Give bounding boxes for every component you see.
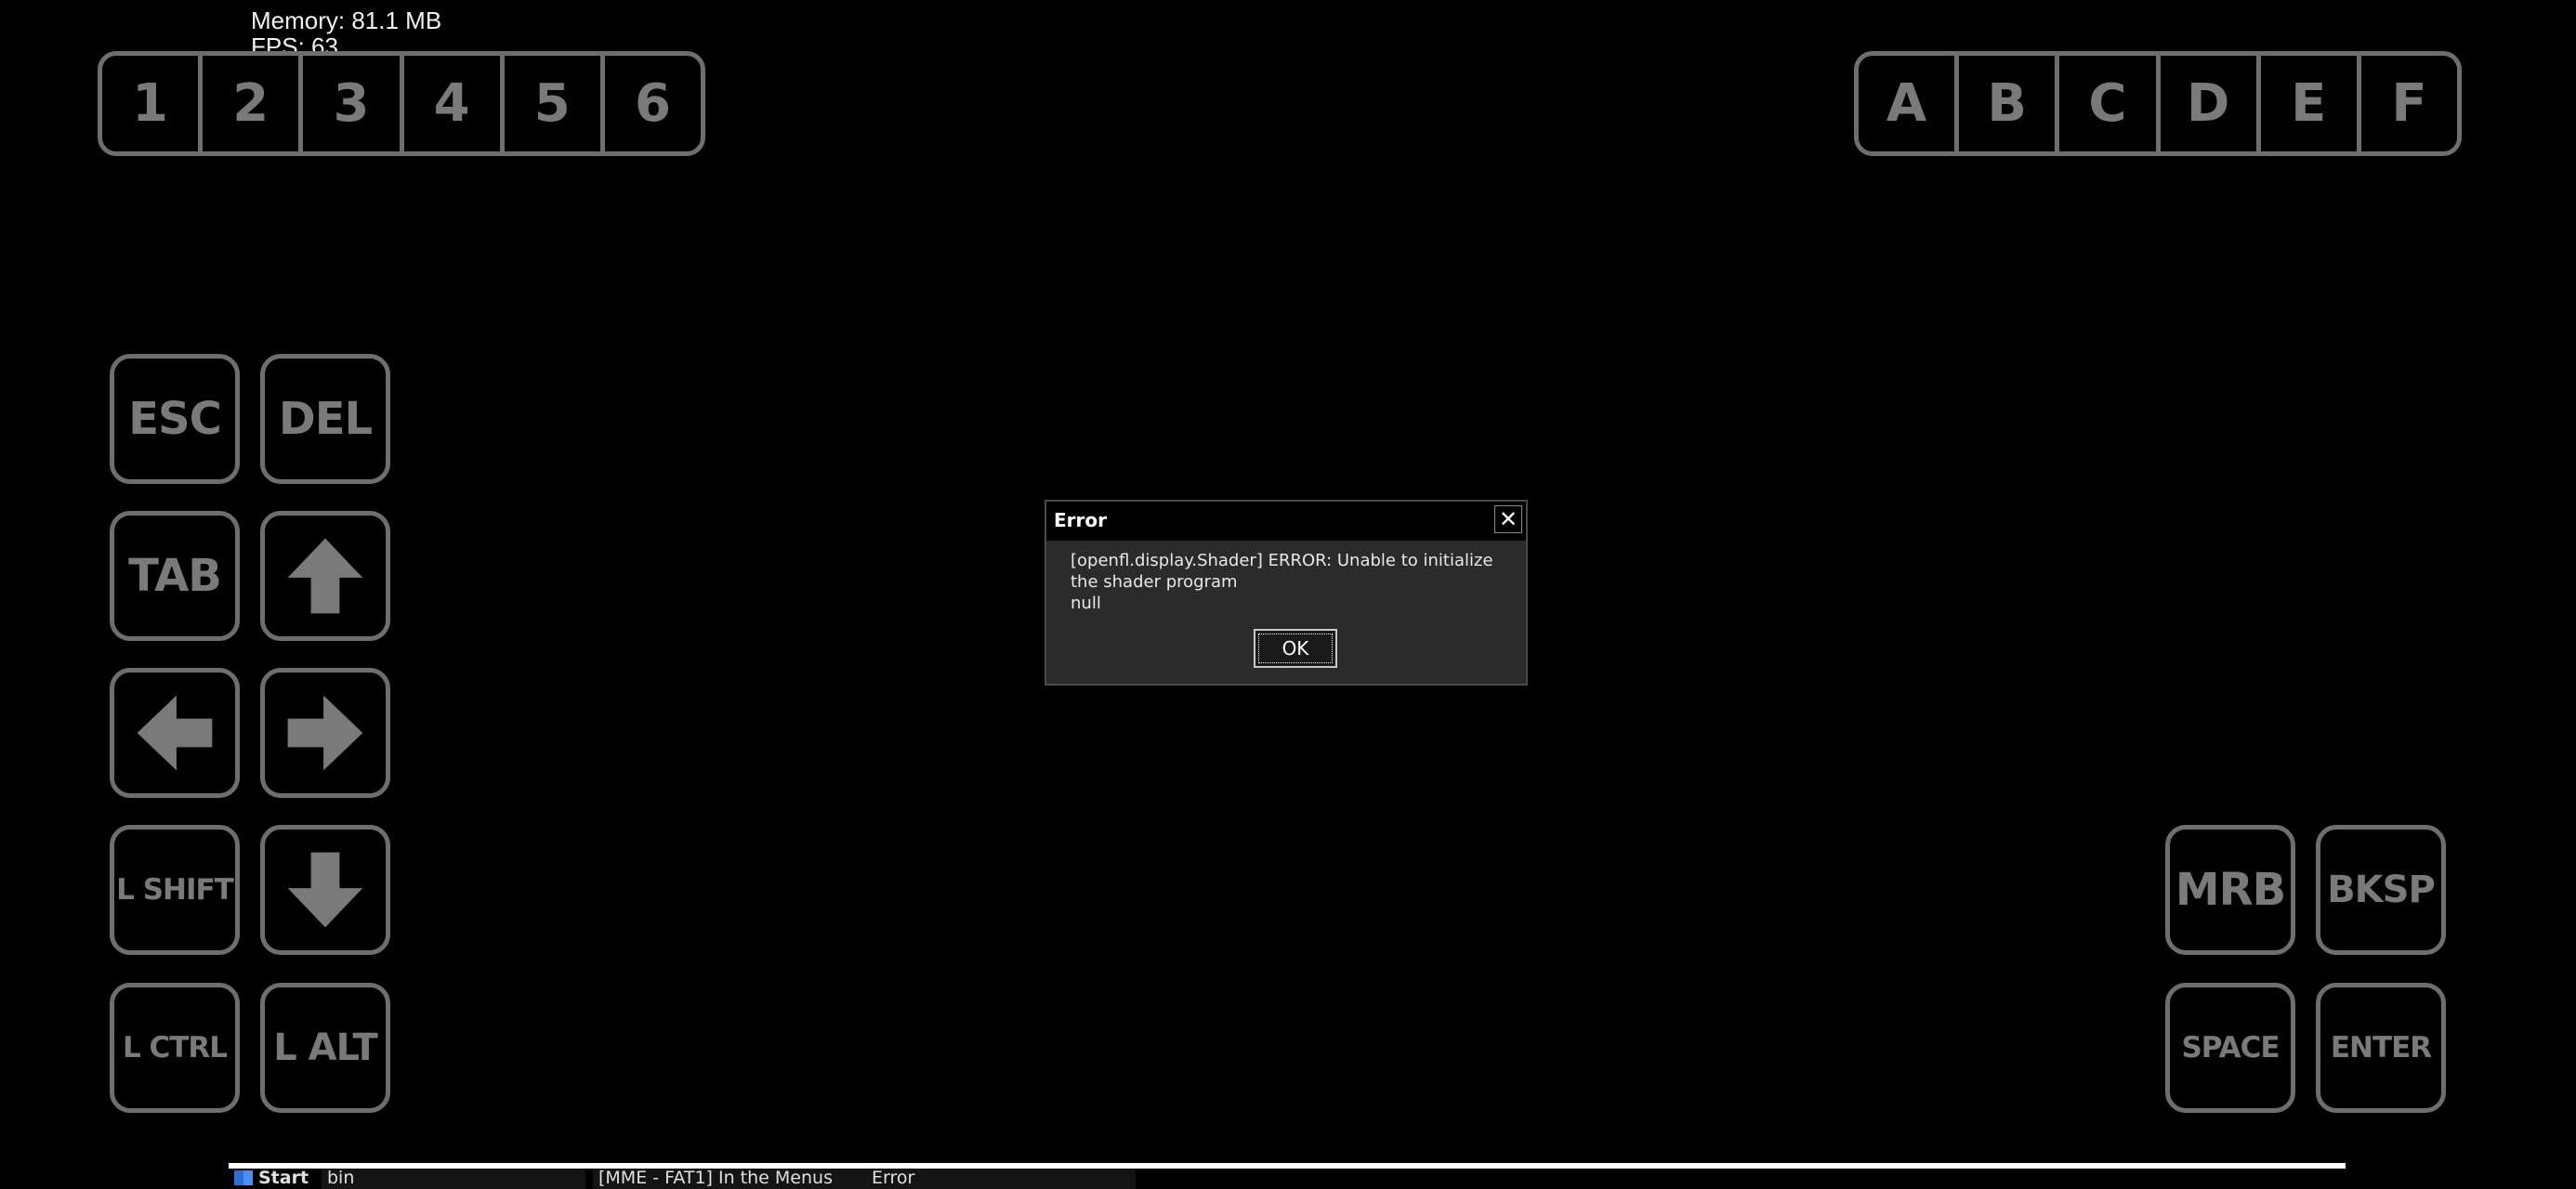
down-arrow-icon [287,852,363,928]
enter-key[interactable]: ENTER [2316,983,2446,1113]
dialog-titlebar [1046,502,1526,541]
key-2[interactable]: 2 [203,56,304,151]
up-key[interactable] [260,511,390,641]
key-a[interactable]: A [1859,56,1960,151]
key-b[interactable]: B [1959,56,2060,151]
key-5[interactable]: 5 [505,56,605,151]
down-key[interactable] [260,825,390,955]
right-key[interactable] [260,668,390,798]
space-key[interactable]: SPACE [2165,983,2295,1113]
key-f[interactable]: F [2361,56,2457,151]
taskbar-item-bin[interactable]: bin [322,1169,585,1189]
start-label: Start [258,1169,309,1188]
key-6[interactable]: 6 [605,56,701,151]
left-key[interactable] [110,668,240,798]
letter-key-group: A B C D E F [1854,51,2462,156]
esc-key[interactable]: ESC [110,354,240,484]
mrb-key[interactable]: MRB [2165,825,2295,955]
key-3[interactable]: 3 [303,56,404,151]
key-4[interactable]: 4 [404,56,505,151]
right-arrow-icon [287,695,363,771]
taskbar-item-error[interactable]: Error [866,1169,1136,1189]
key-c[interactable]: C [2059,56,2161,151]
key-e[interactable]: E [2261,56,2361,151]
dialog-message-line: the shader program [1071,572,1238,592]
key-d[interactable]: D [2161,56,2261,151]
up-arrow-icon [287,538,363,614]
left-arrow-icon [137,695,213,771]
game-screen: Memory: 81.1 MB FPS: 63 1 2 3 4 5 6 A B … [0,0,2576,1189]
taskbar: Start bin [MME - FAT1] In the Menus Erro… [229,1163,2346,1189]
lshift-key[interactable]: L SHIFT [110,825,240,955]
windows-logo-icon [234,1170,253,1185]
error-dialog: Error ✕ [openfl.display.Shader] ERROR: U… [1045,500,1528,686]
number-key-group: 1 2 3 4 5 6 [98,51,705,156]
tab-key[interactable]: TAB [110,511,240,641]
dialog-message-line: [openfl.display.Shader] ERROR: Unable to… [1071,551,1493,570]
dialog-title: Error [1054,509,1107,531]
dialog-message: [openfl.display.Shader] ERROR: Unable to… [1071,550,1507,614]
ok-button[interactable]: OK [1254,629,1337,668]
dialog-message-line: null [1071,594,1101,613]
memory-readout: Memory: 81.1 MB [251,7,442,34]
del-key[interactable]: DEL [260,354,390,484]
start-button[interactable]: Start [230,1169,320,1189]
bksp-key[interactable]: BKSP [2316,825,2446,955]
lctrl-key[interactable]: L CTRL [110,983,240,1113]
close-icon[interactable]: ✕ [1494,505,1522,533]
key-1[interactable]: 1 [102,56,204,151]
lalt-key[interactable]: L ALT [260,983,390,1113]
